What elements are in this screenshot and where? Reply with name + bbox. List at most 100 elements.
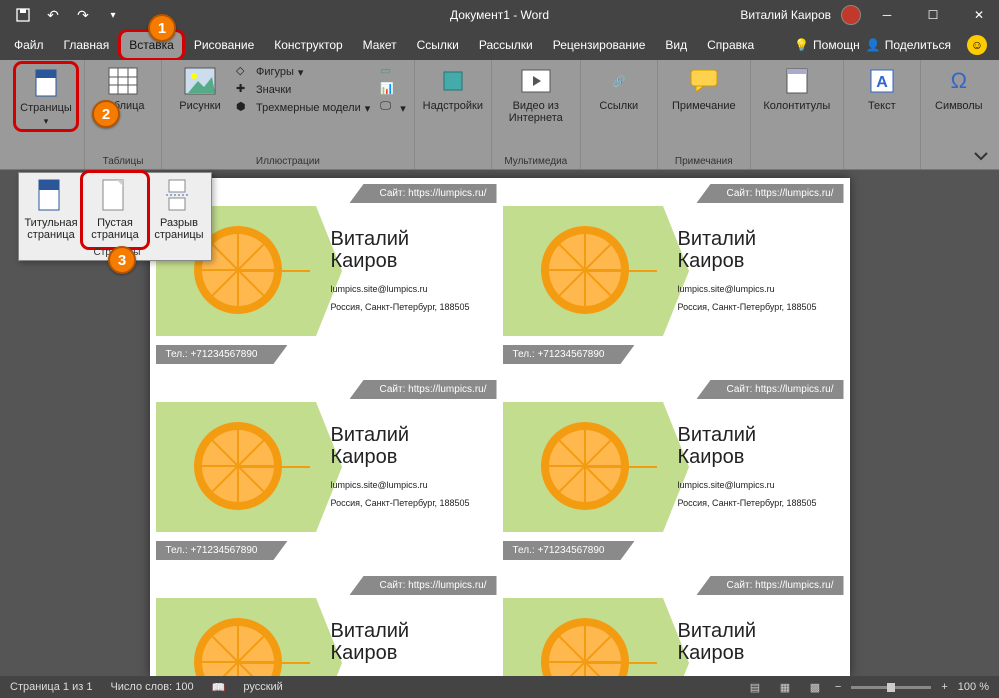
pages-label: Страницы <box>20 102 72 114</box>
pictures-button[interactable]: Рисунки <box>170 64 230 112</box>
tab-draw[interactable]: Рисование <box>186 32 262 58</box>
addins-button[interactable]: Надстройки <box>423 64 483 112</box>
card-tel: Тел.: +71234567890 <box>503 541 635 560</box>
video-icon <box>519 64 553 98</box>
cover-page-icon <box>36 179 66 215</box>
card-tel: Тел.: +71234567890 <box>156 345 288 364</box>
tab-design[interactable]: Конструктор <box>266 32 350 58</box>
links-label: Ссылки <box>599 100 638 112</box>
card-email: lumpics.site@lumpics.ru <box>331 284 470 294</box>
3d-icon: ⬢ <box>236 100 252 116</box>
page-break-button[interactable]: Разрыв страницы <box>147 173 211 247</box>
icons-icon: ✚ <box>236 82 252 98</box>
close-button[interactable]: ✕ <box>959 0 999 30</box>
icons-label: Значки <box>256 84 291 96</box>
tab-references[interactable]: Ссылки <box>409 32 467 58</box>
text-button[interactable]: A Текст <box>852 64 912 112</box>
3d-label: Трехмерные модели <box>256 102 361 114</box>
tab-file[interactable]: Файл <box>6 32 52 58</box>
comment-button[interactable]: Примечание <box>666 64 742 112</box>
user-avatar[interactable] <box>841 5 861 25</box>
status-page[interactable]: Страница 1 из 1 <box>10 681 92 693</box>
header-footer-button[interactable]: Колонтитулы <box>759 64 835 112</box>
business-card: Сайт: https://lumpics.ru/ ВиталийКаировl… <box>503 184 844 374</box>
tab-mailings[interactable]: Рассылки <box>471 32 541 58</box>
smartart-button[interactable]: ▭ <box>380 64 406 80</box>
share-button[interactable]: 👤Поделиться <box>866 38 951 52</box>
tab-home[interactable]: Главная <box>56 32 118 58</box>
status-spellcheck-icon[interactable]: 📖 <box>212 681 226 694</box>
read-mode-icon[interactable]: ▤ <box>745 679 765 695</box>
annotation-badge-2: 2 <box>92 100 120 128</box>
pages-button[interactable]: Страницы ▾ <box>16 64 76 129</box>
redo-icon[interactable]: ↷ <box>70 2 96 28</box>
user-name: Виталий Каиров <box>740 8 831 22</box>
card-email: lumpics.site@lumpics.ru <box>331 480 470 490</box>
links-button[interactable]: 🔗 Ссылки <box>589 64 649 112</box>
qat-more-icon[interactable]: ▾ <box>100 2 126 28</box>
tab-layout[interactable]: Макет <box>355 32 405 58</box>
table-icon <box>106 64 140 98</box>
page: Сайт: https://lumpics.ru/ Виталий Каиров… <box>150 178 850 676</box>
card-firstname: Виталий <box>331 424 470 446</box>
comment-icon <box>687 64 721 98</box>
card-address: Россия, Санкт-Петербург, 188505 <box>678 302 817 312</box>
zoom-out-icon[interactable]: − <box>835 681 841 693</box>
svg-text:A: A <box>876 74 888 91</box>
3d-models-button[interactable]: ⬢Трехмерные модели ▾ <box>236 100 370 116</box>
text-label: Текст <box>868 100 896 112</box>
card-firstname: Виталий <box>331 228 470 250</box>
card-site: Сайт: https://lumpics.ru/ <box>697 380 844 399</box>
save-icon[interactable] <box>10 2 36 28</box>
minimize-button[interactable]: ─ <box>867 0 907 30</box>
card-firstname: Виталий <box>331 620 470 642</box>
comments-group-label: Примечания <box>675 154 733 167</box>
addins-label: Надстройки <box>423 100 483 112</box>
zoom-level[interactable]: 100 % <box>958 681 989 693</box>
orange-logo <box>194 422 282 510</box>
chart-button[interactable]: 📊 <box>380 82 406 98</box>
symbols-button[interactable]: Ω Символы <box>929 64 989 112</box>
blank-page-label: Пустая страница <box>87 217 143 241</box>
screenshot-button[interactable]: 🖵▾ <box>380 100 406 116</box>
tab-view[interactable]: Вид <box>657 32 695 58</box>
zoom-slider[interactable] <box>851 686 931 689</box>
chevron-down-icon: ▾ <box>44 116 49 127</box>
tell-me[interactable]: 💡Помощн <box>794 38 860 52</box>
status-word-count[interactable]: Число слов: 100 <box>110 681 193 693</box>
feedback-icon[interactable]: ☺ <box>967 35 987 55</box>
business-card: Сайт: https://lumpics.ru/ ВиталийКаировl… <box>503 576 844 676</box>
print-layout-icon[interactable]: ▦ <box>775 679 795 695</box>
card-site: Сайт: https://lumpics.ru/ <box>350 576 497 595</box>
business-card: Сайт: https://lumpics.ru/ ВиталийКаировl… <box>156 576 497 676</box>
page-break-icon <box>164 179 194 215</box>
card-address: Россия, Санкт-Петербург, 188505 <box>678 498 817 508</box>
collapse-ribbon-icon[interactable] <box>973 149 989 163</box>
zoom-in-icon[interactable]: + <box>941 681 947 693</box>
tables-group-label: Таблицы <box>103 154 144 167</box>
status-language[interactable]: русский <box>243 681 282 693</box>
shapes-button[interactable]: ◇Фигуры ▾ <box>236 64 370 80</box>
blank-page-button[interactable]: Пустая страница <box>83 173 147 247</box>
header-footer-label: Колонтитулы <box>763 100 830 112</box>
card-site: Сайт: https://lumpics.ru/ <box>697 184 844 203</box>
undo-icon[interactable]: ↶ <box>40 2 66 28</box>
annotation-badge-3: 3 <box>108 246 136 274</box>
annotation-badge-1: 1 <box>148 14 176 42</box>
card-lastname: Каиров <box>678 250 817 272</box>
web-layout-icon[interactable]: ▩ <box>805 679 825 695</box>
cover-page-button[interactable]: Титульная страница <box>19 173 83 247</box>
online-video-button[interactable]: Видео из Интернета <box>500 64 572 124</box>
page-break-label: Разрыв страницы <box>151 217 207 241</box>
icons-button[interactable]: ✚ Значки <box>236 82 370 98</box>
business-card: Сайт: https://lumpics.ru/ ВиталийКаировl… <box>156 380 497 570</box>
tab-help[interactable]: Справка <box>699 32 762 58</box>
card-firstname: Виталий <box>678 228 817 250</box>
maximize-button[interactable]: ☐ <box>913 0 953 30</box>
lightbulb-icon: 💡 <box>794 38 809 52</box>
pictures-icon <box>183 64 217 98</box>
tab-review[interactable]: Рецензирование <box>545 32 654 58</box>
card-site: Сайт: https://lumpics.ru/ <box>350 380 497 399</box>
comment-label: Примечание <box>672 100 736 112</box>
links-icon: 🔗 <box>602 64 636 98</box>
